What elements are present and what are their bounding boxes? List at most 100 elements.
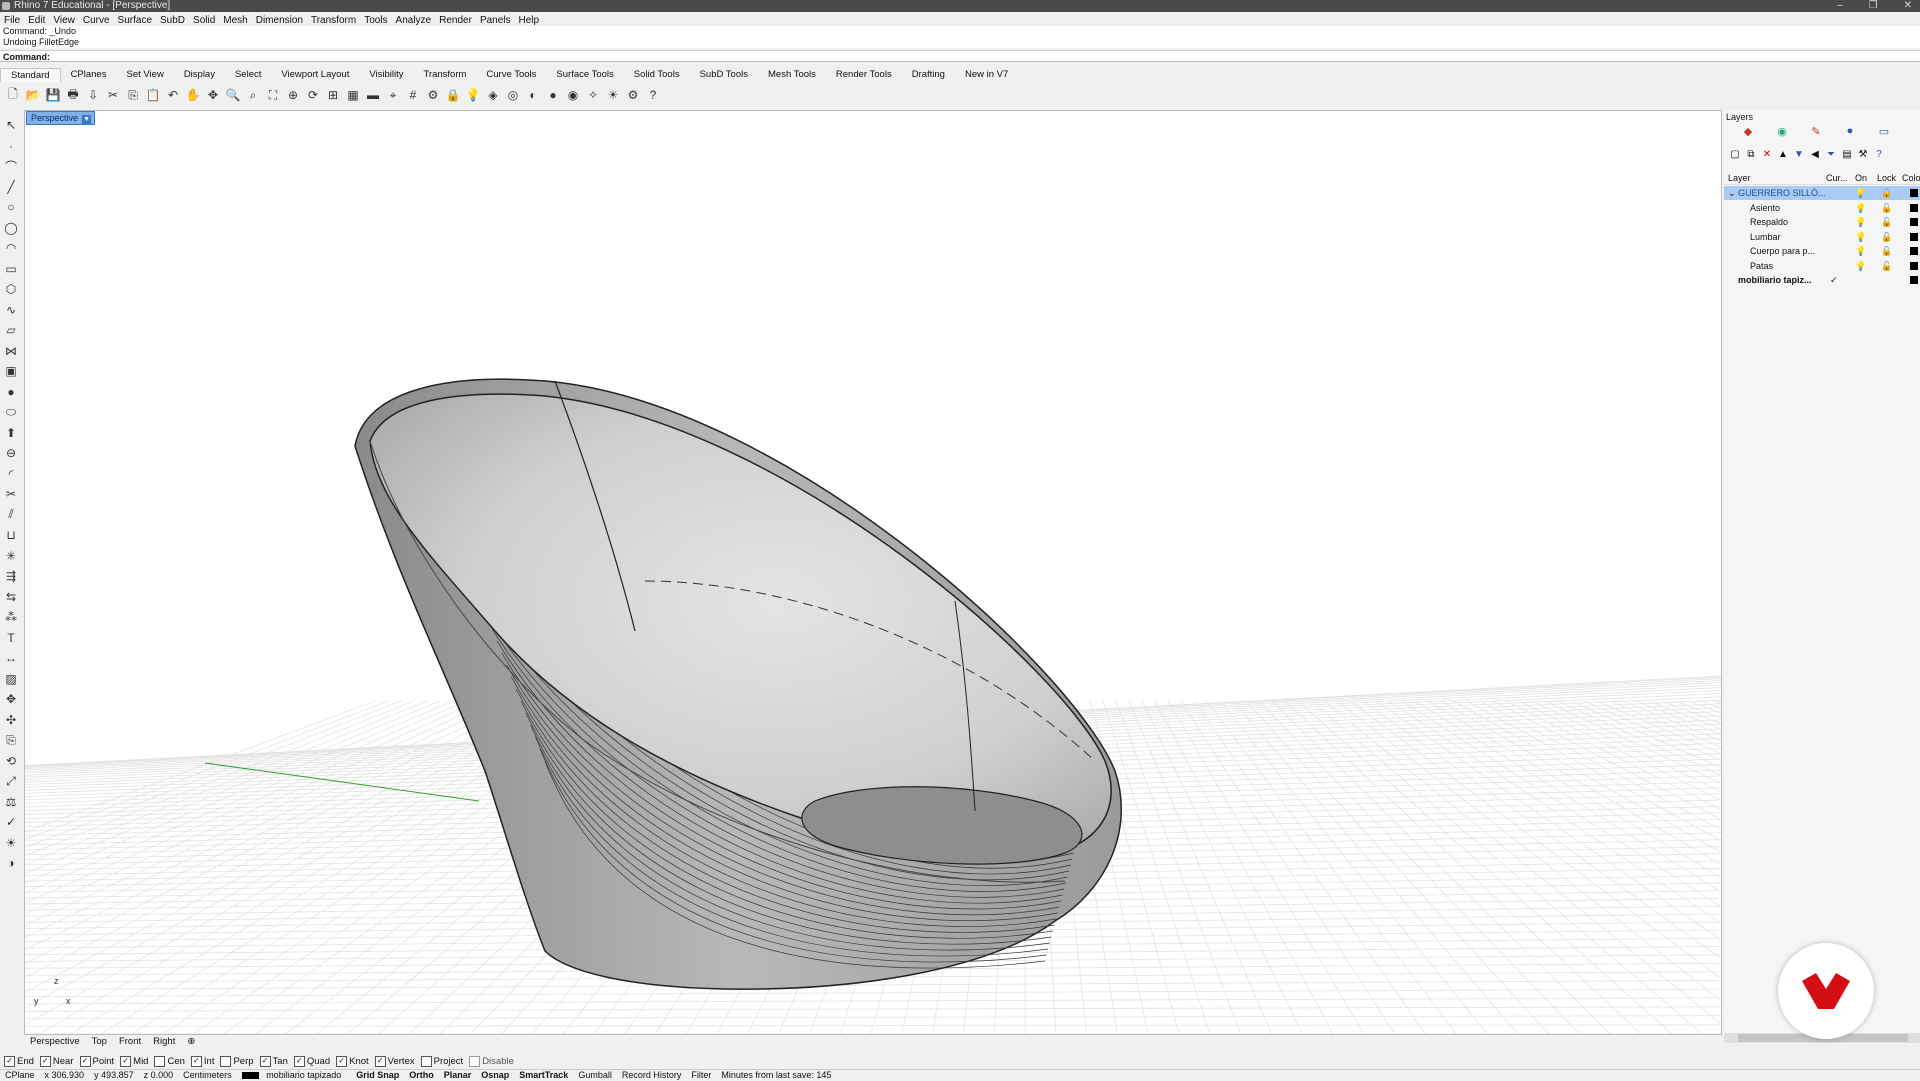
tab-render-tools[interactable]: Render Tools <box>826 68 902 82</box>
tab-transform[interactable]: Transform <box>413 68 476 82</box>
cut-icon[interactable]: ✂ <box>104 86 122 104</box>
osnap-mid[interactable]: ✓ Mid <box>120 1055 148 1067</box>
tab-mesh-tools[interactable]: Mesh Tools <box>758 68 826 82</box>
box-icon[interactable]: ▣ <box>0 361 22 382</box>
osnap-perp[interactable]: Perp <box>220 1055 254 1067</box>
properties-icon[interactable]: ⚙ <box>424 86 442 104</box>
color-icon[interactable]: ◎ <box>504 86 522 104</box>
layer-row[interactable]: ⌄ GUERRERO SILLÓ... 💡 🔓 <box>1724 186 1920 200</box>
join-icon[interactable]: ⊔ <box>0 525 22 546</box>
move-up-icon[interactable]: ▲ <box>1776 147 1790 161</box>
tab-surface-tools[interactable]: Surface Tools <box>546 68 623 82</box>
lights-icon[interactable]: 💡 <box>464 86 482 104</box>
osnap-checkbox[interactable] <box>220 1055 232 1067</box>
layer-row[interactable]: Asiento 💡 🔓 <box>1724 201 1920 215</box>
fillet-icon[interactable]: ◜ <box>0 464 22 485</box>
hatch-icon[interactable]: ▨ <box>0 669 22 690</box>
units[interactable]: Centimeters <box>178 1070 237 1081</box>
perspective-viewport[interactable] <box>24 110 1722 1035</box>
minimize-button[interactable]: – <box>1837 0 1843 12</box>
pan-icon[interactable]: ✋ <box>184 86 202 104</box>
layer-lock-icon[interactable]: 🔓 <box>1881 259 1892 273</box>
sphere-icon[interactable]: ● <box>0 382 22 403</box>
viewport-title-tab[interactable]: Perspective ▼ <box>26 111 96 125</box>
render-tool-icon[interactable]: ☀ <box>0 833 22 854</box>
delete-layer-icon[interactable]: ✕ <box>1760 147 1774 161</box>
zoom-icon[interactable]: 🔍 <box>224 86 242 104</box>
render-icon[interactable]: ☀ <box>604 86 622 104</box>
cplane-icon[interactable]: ▦ <box>344 86 362 104</box>
toggle-grid-snap[interactable]: Grid Snap <box>351 1070 404 1080</box>
layers-tab-icon[interactable]: ◆ <box>1738 124 1758 138</box>
layer-color-swatch[interactable] <box>1910 276 1918 284</box>
osnap-checkbox[interactable]: ✓ <box>293 1055 305 1067</box>
gumball-icon[interactable]: ✥ <box>0 689 22 710</box>
copy-icon[interactable]: ⎘ <box>124 86 142 104</box>
layer-lock-icon[interactable]: 🔓 <box>1881 215 1892 229</box>
paste-icon[interactable]: 📋 <box>144 86 162 104</box>
osnap-end[interactable]: ✓ End <box>4 1055 34 1067</box>
move-icon[interactable]: ✣ <box>0 710 22 731</box>
layer-color-swatch[interactable] <box>1910 203 1918 212</box>
osnap-project[interactable]: Project <box>420 1055 463 1067</box>
point-icon[interactable]: · <box>0 136 22 157</box>
open-icon[interactable]: 📂 <box>24 86 42 104</box>
layer-lock-icon[interactable]: 🔓 <box>1881 230 1892 244</box>
toggle-record-history[interactable]: Record History <box>617 1070 687 1080</box>
zoom-selected-icon[interactable]: ⊕ <box>284 86 302 104</box>
shaded-icon[interactable]: ● <box>544 86 562 104</box>
environment-tab-icon[interactable]: ● <box>1840 124 1860 138</box>
osnap-int[interactable]: ✓ Int <box>190 1055 214 1067</box>
osnap-checkbox[interactable]: ✓ <box>120 1055 132 1067</box>
line-icon[interactable]: ╱ <box>0 177 22 198</box>
expand-icon[interactable]: ⌄ <box>1728 186 1736 200</box>
help-icon[interactable]: ? <box>1872 147 1886 161</box>
osnap-checkbox[interactable]: ✓ <box>259 1055 271 1067</box>
osnap-vertex[interactable]: ✓ Vertex <box>374 1055 415 1067</box>
polygon-icon[interactable]: ⬡ <box>0 279 22 300</box>
layers-icon[interactable]: ◈ <box>484 86 502 104</box>
osnap-checkbox[interactable]: ✓ <box>79 1055 91 1067</box>
tab-new-in-v7[interactable]: New in V7 <box>955 68 1018 82</box>
osnap-checkbox[interactable] <box>420 1055 432 1067</box>
tab-select[interactable]: Select <box>225 68 271 82</box>
command-input[interactable]: Command: <box>0 50 1920 62</box>
boolean-icon[interactable]: ⊖ <box>0 443 22 464</box>
close-button[interactable]: ✕ <box>1904 0 1912 12</box>
layer-lock-icon[interactable]: 🔓 <box>1881 186 1892 200</box>
dimension-icon[interactable]: ↔ <box>0 648 22 669</box>
new-layer-icon[interactable]: ▢ <box>1728 147 1742 161</box>
viewport-menu-arrow-icon[interactable]: ▼ <box>82 115 92 125</box>
new-file-icon[interactable]: 🗋 <box>4 86 22 104</box>
layer-on-bulb-icon[interactable]: 💡 <box>1855 244 1866 258</box>
view-tab-top[interactable]: Top <box>86 1036 113 1048</box>
osnap-quad[interactable]: ✓ Quad <box>293 1055 330 1067</box>
tab-curve-tools[interactable]: Curve Tools <box>476 68 546 82</box>
surface-icon[interactable]: ▱ <box>0 320 22 341</box>
cplane-label[interactable]: CPlane <box>0 1070 40 1081</box>
circle-icon[interactable]: ○ <box>0 197 22 218</box>
move-view-icon[interactable]: ✥ <box>204 86 222 104</box>
layer-color-swatch[interactable] <box>1910 247 1918 255</box>
view-tab-front[interactable]: Front <box>113 1036 147 1048</box>
tab-cplanes[interactable]: CPlanes <box>61 68 117 82</box>
extrude-icon[interactable]: ⬆ <box>0 423 22 444</box>
add-view-tab-icon[interactable]: ⊕ <box>181 1036 201 1048</box>
toggle-filter[interactable]: Filter <box>686 1070 716 1080</box>
set-cplane-icon[interactable]: ▬ <box>364 86 382 104</box>
display-tab-icon[interactable]: ▭ <box>1874 124 1894 138</box>
toggle-ortho[interactable]: Ortho <box>404 1070 439 1080</box>
analyze-icon[interactable]: ⚖ <box>0 792 22 813</box>
copy-tool-icon[interactable]: ⎘ <box>0 730 22 751</box>
layer-color-swatch[interactable] <box>1910 218 1918 226</box>
osnap-checkbox[interactable] <box>469 1055 481 1067</box>
curve-icon[interactable]: ∿ <box>0 300 22 321</box>
object-snap-icon[interactable]: ⌖ <box>384 86 402 104</box>
tab-subd-tools[interactable]: SubD Tools <box>690 68 758 82</box>
osnap-checkbox[interactable]: ✓ <box>190 1055 202 1067</box>
tab-visibility[interactable]: Visibility <box>359 68 413 82</box>
new-sublayer-icon[interactable]: ⧉ <box>1744 147 1758 161</box>
layer-row[interactable]: Lumbar 💡 🔓 <box>1724 230 1920 244</box>
save-icon[interactable]: 💾 <box>44 86 62 104</box>
cylinder-icon[interactable]: ⬭ <box>0 402 22 423</box>
